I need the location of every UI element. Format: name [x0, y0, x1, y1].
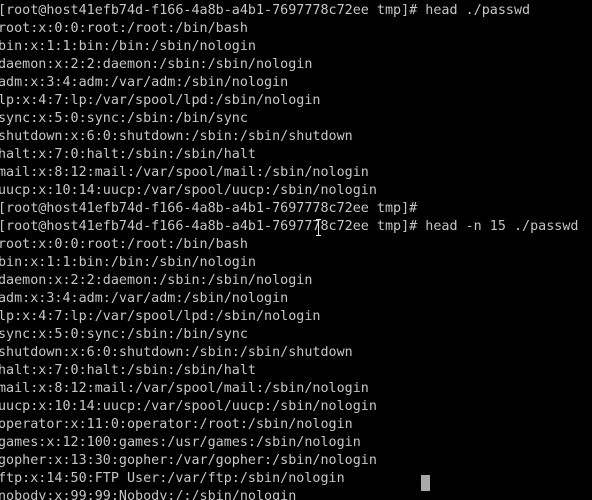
terminal-line: halt:x:7:0:halt:/sbin:/sbin/halt [0, 147, 256, 162]
terminal-line: nobody:x:99:99:Nobody:/:/sbin/nologin [0, 489, 297, 500]
terminal-line: lp:x:4:7:lp:/var/spool/lpd:/sbin/nologin [0, 93, 321, 108]
terminal-line: operator:x:11:0:operator:/root:/sbin/nol… [0, 417, 353, 432]
terminal-line: halt:x:7:0:halt:/sbin:/sbin/halt [0, 363, 256, 378]
terminal-line: uucp:x:10:14:uucp:/var/spool/uucp:/sbin/… [0, 399, 377, 414]
terminal-line: root:x:0:0:root:/root:/bin/bash [0, 21, 248, 36]
terminal-line: [root@host41efb74d-f166-4a8b-a4b1-769777… [0, 219, 579, 234]
terminal-line: sync:x:5:0:sync:/sbin:/bin/sync [0, 111, 248, 126]
text-cursor [421, 475, 430, 491]
terminal-window[interactable]: [root@host41efb74d-f166-4a8b-a4b1-769777… [0, 0, 592, 500]
terminal-line: gopher:x:13:30:gopher:/var/gopher:/sbin/… [0, 453, 377, 468]
terminal-line: games:x:12:100:games:/usr/games:/sbin/no… [0, 435, 361, 450]
terminal-line: daemon:x:2:2:daemon:/sbin:/sbin/nologin [0, 273, 313, 288]
terminal-line: root:x:0:0:root:/root:/bin/bash [0, 237, 248, 252]
terminal-line: lp:x:4:7:lp:/var/spool/lpd:/sbin/nologin [0, 309, 321, 324]
terminal-screen[interactable]: [root@host41efb74d-f166-4a8b-a4b1-769777… [0, 2, 592, 500]
terminal-line: daemon:x:2:2:daemon:/sbin:/sbin/nologin [0, 57, 313, 72]
terminal-line: shutdown:x:6:0:shutdown:/sbin:/sbin/shut… [0, 129, 353, 144]
terminal-line: bin:x:1:1:bin:/bin:/sbin/nologin [0, 39, 256, 54]
terminal-line: mail:x:8:12:mail:/var/spool/mail:/sbin/n… [0, 381, 369, 396]
terminal-line: ftp:x:14:50:FTP User:/var/ftp:/sbin/nolo… [0, 471, 345, 486]
terminal-line: [root@host41efb74d-f166-4a8b-a4b1-769777… [0, 201, 418, 216]
terminal-line: [root@host41efb74d-f166-4a8b-a4b1-769777… [0, 3, 531, 18]
terminal-line: mail:x:8:12:mail:/var/spool/mail:/sbin/n… [0, 165, 369, 180]
terminal-line: adm:x:3:4:adm:/var/adm:/sbin/nologin [0, 75, 289, 90]
terminal-line: bin:x:1:1:bin:/bin:/sbin/nologin [0, 255, 256, 270]
terminal-line: uucp:x:10:14:uucp:/var/spool/uucp:/sbin/… [0, 183, 377, 198]
terminal-line: shutdown:x:6:0:shutdown:/sbin:/sbin/shut… [0, 345, 353, 360]
terminal-line: sync:x:5:0:sync:/sbin:/bin/sync [0, 327, 248, 342]
terminal-line: adm:x:3:4:adm:/var/adm:/sbin/nologin [0, 291, 289, 306]
